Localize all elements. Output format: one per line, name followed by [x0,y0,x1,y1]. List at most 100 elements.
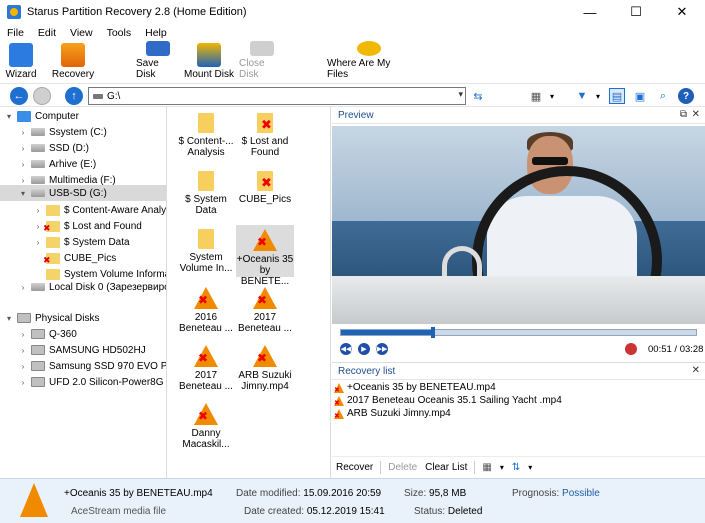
tree-item-drive[interactable]: › Ssystem (C:) [18,124,107,140]
file-tile[interactable]: 2017 Beneteau ... [177,341,235,392]
chevron-down-icon[interactable]: ▾ [496,463,508,472]
deleted-folder-icon [257,171,273,191]
vlc-media-icon [194,287,218,309]
chevron-right-icon[interactable]: › [18,128,28,137]
chevron-right-icon[interactable]: › [18,283,28,292]
search-icon[interactable]: ⌕ [655,88,671,104]
volume-icon[interactable] [625,343,637,355]
tree-item-folder[interactable]: CUBE_Pics [33,250,116,266]
menu-help[interactable]: Help [138,27,174,39]
file-tile[interactable]: $ System Data [177,167,235,216]
file-tile[interactable]: CUBE_Pics [236,167,294,205]
tree-item-physical-disk[interactable]: › Samsung SSD 970 EVO Plus 2 [18,358,166,374]
tree-item-folder[interactable]: › $ Lost and Found [33,218,142,234]
folder-icon [46,204,60,216]
tree-item-physical-disk[interactable]: › UFD 2.0 Silicon-Power8G USB [18,374,166,390]
fast-forward-icon[interactable]: ▶▶ [376,343,388,355]
menu-view[interactable]: View [63,27,100,39]
mount-disk-button[interactable]: Mount Disk [183,41,235,83]
file-tile[interactable]: 2016 Beneteau ... [177,283,235,334]
where-are-my-files-button[interactable]: Where Are My Files [327,41,411,83]
help-icon[interactable]: ? [678,88,694,104]
tree-item-folder[interactable]: › $ System Data [33,234,130,250]
recovery-list-item[interactable]: 2017 Beneteau Oceanis 35.1 Sailing Yacht… [334,394,562,407]
chevron-right-icon[interactable]: › [18,378,28,387]
recovery-list-item[interactable]: ARB Suzuki Jimny.mp4 [334,407,451,420]
file-tile[interactable]: +Oceanis 35 by BENETE... [236,225,294,287]
chevron-right-icon[interactable]: › [33,222,43,231]
tree-item-local-disk[interactable]: › Local Disk 0 (Зарезервирова [18,279,166,295]
drive-icon [31,144,45,152]
forward-arrow-icon[interactable] [33,87,51,105]
chevron-down-icon[interactable]: ▾ [4,314,14,323]
chevron-down-icon[interactable]: ▾ [458,89,463,100]
tree-item-folder[interactable]: › $ Content-Aware Analysi [33,202,166,218]
tree-item-computer[interactable]: ▾ Computer [4,108,79,124]
menu-edit[interactable]: Edit [31,27,63,39]
close-icon[interactable]: ✕ [692,109,700,120]
tree-item-physical-disk[interactable]: › SAMSUNG HD502HJ [18,342,146,358]
tree-item-usb-sd[interactable]: ▾ USB-SD (G:) [0,185,166,201]
file-tile[interactable]: $ Content-... Analysis [177,109,235,158]
chevron-down-icon[interactable]: ▾ [524,463,536,472]
chevron-right-icon[interactable]: › [18,362,28,371]
recover-button[interactable]: Recover [332,462,377,473]
chevron-down-icon[interactable]: ▾ [4,112,14,121]
status-label: Status: [414,506,446,517]
filter-icon[interactable]: ▼ [574,88,590,104]
save-disk-icon [146,41,170,56]
undock-icon[interactable]: ⧉ [680,109,687,120]
sort-icon[interactable]: ⇅ [508,462,524,473]
wizard-button[interactable]: Wizard [4,41,38,83]
file-tile[interactable]: ARB Suzuki Jimny.mp4 [236,341,294,392]
file-tile[interactable]: System Volume In... [177,225,235,274]
file-tile[interactable]: Danny Macaskil... [177,399,235,450]
chevron-right-icon[interactable]: › [18,330,28,339]
chevron-down-icon[interactable]: ▾ [544,88,560,104]
clear-list-button[interactable]: Clear List [421,462,471,473]
view-grid-icon[interactable]: ▦ [528,88,544,104]
play-icon[interactable]: ▶ [358,343,370,355]
close-button[interactable]: ✕ [659,0,705,24]
maximize-button[interactable]: ☐ [613,0,659,24]
preview-toggle-icon[interactable]: ▤ [609,88,625,104]
chevron-right-icon[interactable]: › [18,176,28,185]
chevron-right-icon[interactable]: › [18,160,28,169]
save-disk-button[interactable]: Save Disk [136,41,180,83]
seek-handle[interactable] [431,327,436,338]
player-controls: ◀◀ ▶ ▶▶ [340,343,394,355]
close-icon[interactable]: ✕ [692,365,700,376]
chevron-right-icon[interactable]: › [33,238,43,247]
delete-button[interactable]: Delete [384,462,421,473]
back-arrow-icon[interactable]: ← [10,87,28,105]
tree-item-drive[interactable]: › SSD (D:) [18,140,89,156]
recovery-list-item[interactable]: +Oceanis 35 by BENETEAU.mp4 [334,381,496,394]
refresh-icon[interactable]: ⇆ [470,88,486,104]
date-modified-label: Date modified: [236,488,301,499]
chevron-down-icon[interactable]: ▾ [590,88,606,104]
minimize-button[interactable]: — [567,0,613,24]
chevron-right-icon[interactable]: › [33,206,43,215]
help-question-icon [357,41,381,56]
deleted-folder-icon [43,252,60,266]
physical-disk-icon [31,361,45,371]
up-arrow-icon[interactable]: ↑ [65,87,83,105]
tree-item-drive[interactable]: › Arhive (E:) [18,156,97,172]
recovery-button[interactable]: Recovery [50,41,96,83]
chevron-right-icon[interactable]: › [18,144,28,153]
address-input[interactable]: G:\ ▾ [88,87,466,105]
file-tile[interactable]: 2017 Beneteau ... [236,283,294,334]
save-icon[interactable]: ▣ [632,88,648,104]
menu-file[interactable]: File [0,27,31,39]
tree-item-physical-disks[interactable]: ▾ Physical Disks [4,310,99,326]
chevron-right-icon[interactable]: › [18,346,28,355]
file-tile[interactable]: $ Lost and Found [236,109,294,158]
close-disk-button[interactable]: Close Disk [239,41,285,83]
seek-bar[interactable] [340,327,697,338]
video-frame[interactable] [332,126,705,324]
chevron-down-icon[interactable]: ▾ [18,189,28,198]
menu-tools[interactable]: Tools [100,27,139,39]
rewind-icon[interactable]: ◀◀ [340,343,352,355]
view-grid-icon[interactable]: ▦ [478,462,495,473]
tree-item-physical-disk[interactable]: › Q-360 [18,326,77,342]
